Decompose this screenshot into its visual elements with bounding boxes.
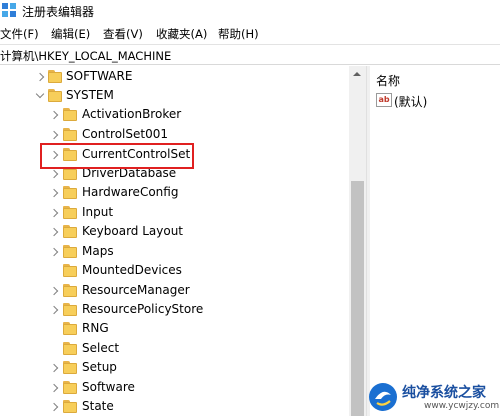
- chevron-right-icon[interactable]: [50, 401, 60, 413]
- folder-icon: [63, 381, 77, 394]
- folder-icon: [63, 322, 77, 335]
- highlight-box: [40, 143, 194, 169]
- tree-node-resourcemanager[interactable]: ResourceManager: [0, 282, 349, 301]
- tree-node-label: HardwareConfig: [82, 185, 179, 199]
- tree-node-label: Keyboard Layout: [82, 224, 184, 238]
- tree-node-select[interactable]: Select: [0, 340, 349, 359]
- tree-node-state[interactable]: State: [0, 398, 349, 416]
- registry-editor-app-icon: [2, 3, 16, 17]
- folder-icon: [48, 89, 62, 102]
- folder-icon: [63, 128, 77, 141]
- chevron-down-icon[interactable]: [35, 90, 45, 102]
- tree-node-label: SOFTWARE: [66, 69, 133, 83]
- tree-node-label: Setup: [82, 360, 117, 374]
- tree-node-label: SYSTEM: [66, 88, 114, 102]
- tree-node-keyboard-layout[interactable]: Keyboard Layout: [0, 223, 349, 242]
- title-bar: 注册表编辑器: [0, 0, 500, 22]
- folder-icon: [63, 361, 77, 374]
- address-path[interactable]: 计算机\HKEY_LOCAL_MACHINE: [0, 48, 171, 64]
- menu-favorites[interactable]: 收藏夹(A): [156, 26, 207, 42]
- tree-node-rng[interactable]: RNG: [0, 320, 349, 339]
- folder-icon: [63, 342, 77, 355]
- chevron-right-icon[interactable]: [50, 207, 60, 219]
- chevron-right-icon[interactable]: [50, 304, 60, 316]
- address-bar[interactable]: 计算机\HKEY_LOCAL_MACHINE: [0, 44, 500, 65]
- chevron-right-icon[interactable]: [50, 226, 60, 238]
- value-name: (默认): [394, 95, 428, 109]
- folder-icon: [63, 186, 77, 199]
- chevron-right-icon[interactable]: [50, 187, 60, 199]
- site-logo-icon: [369, 383, 397, 411]
- folder-icon: [63, 264, 77, 277]
- tree-node-label: Maps: [82, 244, 114, 258]
- tree-scrollbar[interactable]: [349, 66, 366, 416]
- tree-node-label: ResourcePolicyStore: [82, 302, 204, 316]
- tree-node-setup[interactable]: Setup: [0, 359, 349, 378]
- menu-bar: 文件(F) 编辑(E) 查看(V) 收藏夹(A) 帮助(H): [0, 24, 500, 44]
- chevron-right-icon[interactable]: [50, 382, 60, 394]
- folder-icon: [63, 245, 77, 258]
- tree-node-label: State: [82, 399, 114, 413]
- chevron-right-icon[interactable]: [50, 246, 60, 258]
- menu-edit[interactable]: 编辑(E): [51, 26, 90, 42]
- folder-icon: [63, 108, 77, 121]
- tree-node-software[interactable]: SOFTWARE: [0, 68, 349, 87]
- scroll-up-arrow-icon[interactable]: [353, 72, 361, 76]
- tree-node-label: MountedDevices: [82, 263, 182, 277]
- chevron-right-icon[interactable]: [50, 109, 60, 121]
- watermark-url: www.ycwjzy.com: [424, 401, 500, 411]
- folder-icon: [63, 284, 77, 297]
- folder-icon: [63, 225, 77, 238]
- window-title: 注册表编辑器: [22, 5, 95, 19]
- folder-icon: [48, 70, 62, 83]
- folder-icon: [63, 400, 77, 413]
- string-value-icon: ab: [376, 93, 392, 107]
- registry-tree[interactable]: SOFTWARE SYSTEM ActivationBroker Control…: [0, 66, 349, 416]
- menu-file[interactable]: 文件(F): [0, 26, 39, 42]
- values-pane[interactable]: 名称 ab (默认): [370, 66, 500, 416]
- chevron-right-icon[interactable]: [36, 71, 46, 83]
- tree-node-hardwareconfig[interactable]: HardwareConfig: [0, 184, 349, 203]
- tree-node-label: ControlSet001: [82, 127, 168, 141]
- watermark-title: 纯净系统之家: [402, 385, 486, 401]
- tree-node-label: Select: [82, 341, 120, 355]
- tree-node-label: Input: [82, 205, 114, 219]
- tree-node-activationbroker[interactable]: ActivationBroker: [0, 106, 349, 125]
- tree-node-software-sub[interactable]: Software: [0, 379, 349, 398]
- menu-help[interactable]: 帮助(H): [218, 26, 259, 42]
- column-header-name[interactable]: 名称: [376, 72, 400, 89]
- watermark: 纯净系统之家 www.ycwjzy.com: [368, 380, 500, 416]
- scroll-thumb[interactable]: [351, 181, 364, 416]
- chevron-right-icon[interactable]: [50, 168, 60, 180]
- tree-node-label: Software: [82, 380, 135, 394]
- tree-node-mounteddevices[interactable]: MountedDevices: [0, 262, 349, 281]
- tree-node-resourcepolicystore[interactable]: ResourcePolicyStore: [0, 301, 349, 320]
- tree-node-input[interactable]: Input: [0, 204, 349, 223]
- tree-node-label: RNG: [82, 321, 109, 335]
- tree-node-label: ResourceManager: [82, 283, 190, 297]
- chevron-right-icon[interactable]: [50, 362, 60, 374]
- tree-node-maps[interactable]: Maps: [0, 243, 349, 262]
- tree-node-label: ActivationBroker: [82, 107, 182, 121]
- folder-icon: [63, 303, 77, 316]
- tree-node-system[interactable]: SYSTEM: [0, 87, 349, 106]
- folder-icon: [63, 206, 77, 219]
- chevron-right-icon[interactable]: [50, 285, 60, 297]
- menu-view[interactable]: 查看(V): [103, 26, 143, 42]
- chevron-right-icon[interactable]: [50, 129, 60, 141]
